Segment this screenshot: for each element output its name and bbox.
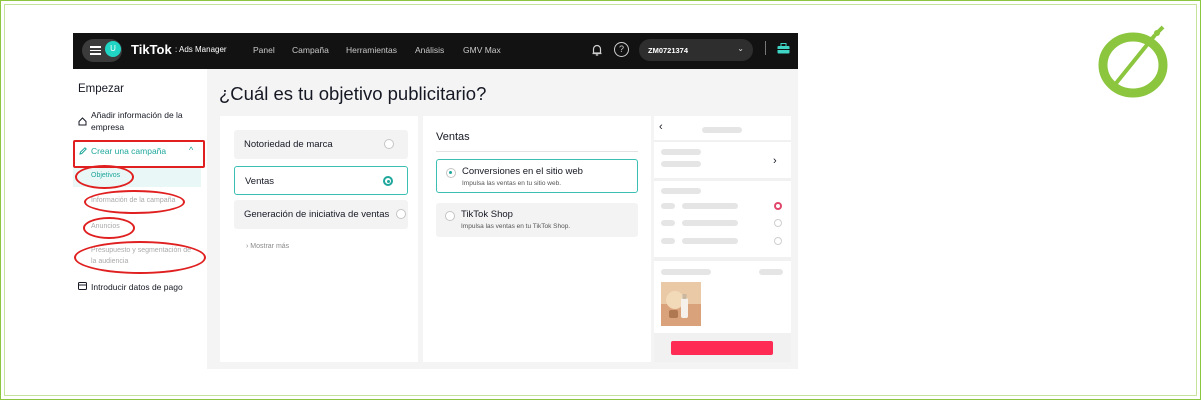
account-selector[interactable]: ZM0721374 ⌄ — [639, 39, 753, 61]
top-bar: U TikTok : Ads Manager Panel Campaña Her… — [73, 33, 798, 69]
back-arrow-icon[interactable]: ‹ — [659, 121, 663, 133]
sidebar-title: Empezar — [78, 83, 125, 95]
skeleton-bar — [702, 127, 742, 133]
skeleton-bar — [682, 238, 738, 244]
objective-lead-generation[interactable]: Generación de iniciativa de ventas — [234, 200, 408, 229]
show-more-label: Mostrar más — [250, 243, 290, 250]
option-description: Impulsa las ventas en tu TikTok Shop. — [461, 223, 571, 230]
skeleton-bar — [759, 269, 783, 275]
sidebar-item-payment[interactable]: Introducir datos de pago — [91, 282, 183, 292]
sidebar-item-business-info[interactable]: Añadir información de la empresa — [91, 110, 183, 132]
objective-label: Ventas — [245, 176, 275, 187]
brand-subtitle: : Ads Manager — [175, 45, 227, 54]
sidebar-item-label: Añadir información de la — [91, 110, 183, 120]
avatar[interactable]: U — [105, 41, 121, 57]
radio-button-selected — [774, 202, 782, 210]
skeleton-bar — [682, 220, 738, 226]
radio-button-selected[interactable] — [446, 168, 456, 178]
option-title: Conversiones en el sitio web — [462, 166, 583, 177]
radio-button — [774, 237, 782, 245]
cta-button — [671, 341, 773, 355]
card-icon — [78, 282, 87, 290]
toolbox-icon[interactable] — [777, 43, 790, 54]
skeleton-bar — [661, 188, 701, 194]
option-website-conversions[interactable]: Conversiones en el sitio web Impulsa las… — [436, 159, 638, 193]
option-description: Impulsa las ventas en tu sitio web. — [462, 180, 561, 187]
show-more-link[interactable]: › Mostrar más — [246, 243, 289, 250]
skeleton-card-icon — [661, 203, 675, 209]
home-icon — [78, 117, 87, 126]
brand-logo-icon — [1098, 25, 1168, 98]
objective-awareness[interactable]: Notoriedad de marca — [234, 130, 408, 159]
brand-logo[interactable]: TikTok — [131, 42, 172, 57]
skeleton-card-icon — [661, 220, 675, 226]
annotation-circle — [75, 165, 134, 189]
divider — [765, 41, 766, 55]
bell-icon[interactable] — [590, 43, 604, 57]
annotation-box — [73, 140, 205, 168]
hamburger-icon — [90, 46, 101, 55]
skeleton-bar — [661, 161, 701, 167]
skeleton-bar — [661, 149, 701, 155]
radio-button-selected[interactable] — [383, 176, 393, 186]
objective-label: Notoriedad de marca — [244, 139, 333, 150]
radio-button[interactable] — [445, 211, 455, 221]
option-title: TikTok Shop — [461, 209, 513, 220]
chevron-down-icon: ⌄ — [737, 44, 744, 53]
skeleton-card-icon — [661, 238, 675, 244]
annotation-circle — [84, 190, 185, 214]
radio-button[interactable] — [396, 209, 406, 219]
nav-campaign[interactable]: Campaña — [292, 45, 329, 55]
chevron-right-icon: › — [773, 155, 777, 167]
objective-label: Generación de iniciativa de ventas — [244, 209, 390, 220]
annotation-circle — [74, 241, 206, 274]
nav-gmv-max[interactable]: GMV Max — [463, 45, 501, 55]
option-tiktok-shop[interactable]: TikTok Shop Impulsa las ventas en tu Tik… — [436, 203, 638, 237]
objective-sales[interactable]: Ventas — [234, 166, 408, 195]
skeleton-bar — [661, 269, 711, 275]
sales-options-card — [423, 116, 651, 362]
skeleton-bar — [682, 203, 738, 209]
annotation-circle — [83, 217, 135, 239]
radio-button[interactable] — [384, 139, 394, 149]
divider — [436, 151, 638, 152]
nav-analysis[interactable]: Análisis — [415, 45, 444, 55]
sidebar-item-label: empresa — [91, 122, 125, 132]
page-title: ¿Cuál es tu objetivo publicitario? — [219, 83, 487, 104]
nav-panel[interactable]: Panel — [253, 45, 275, 55]
panel-title: Ventas — [436, 131, 470, 143]
nav-tools[interactable]: Herramientas — [346, 45, 397, 55]
account-id: ZM0721374 — [648, 46, 689, 55]
help-icon[interactable]: ? — [614, 42, 629, 57]
radio-button — [774, 219, 782, 227]
preview-section — [654, 142, 791, 178]
product-image — [661, 282, 701, 326]
